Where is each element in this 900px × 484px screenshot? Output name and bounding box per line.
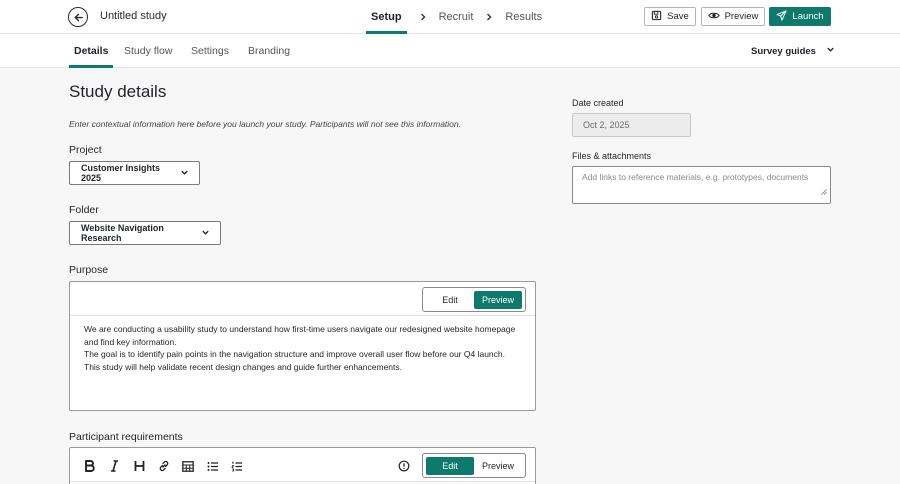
participant-mode-toggle: Edit Preview [422,453,526,478]
date-created-value: Oct 2, 2025 [583,120,630,130]
save-label: Save [667,11,689,22]
purpose-line: The goal is to identify pain points in t… [84,349,505,360]
italic-icon[interactable] [107,459,121,473]
back-arrow-icon[interactable] [68,7,88,27]
date-created-label: Date created [572,98,624,108]
preview-button[interactable]: Preview [701,7,765,26]
tab-settings[interactable]: Settings [191,34,229,68]
heading-icon[interactable] [132,459,146,473]
participant-edit-button[interactable]: Edit [426,456,474,475]
project-select[interactable]: Customer Insights 2025 [69,161,200,185]
save-icon [651,10,662,24]
step-navigation: Setup Recruit Results [366,0,542,34]
top-bar: Untitled study Setup Recruit Results Sav… [0,0,900,34]
date-created-field: Oct 2, 2025 [572,113,691,137]
study-title[interactable]: Untitled study [100,10,167,22]
project-value: Customer Insights 2025 [81,163,161,183]
table-icon[interactable] [181,459,195,473]
purpose-line: This study will help validate recent des… [84,361,402,372]
project-label: Project [69,144,102,156]
save-button[interactable]: Save [644,7,696,26]
purpose-label: Purpose [69,264,109,276]
bullet-list-icon[interactable] [206,459,220,473]
preview-label: Preview [724,11,759,22]
folder-label: Folder [69,204,99,216]
purpose-text[interactable]: We are conducting a usability study to u… [70,316,535,380]
help-circle-icon[interactable] [397,459,411,473]
participant-requirements-editor: Edit Preview [69,447,536,484]
participant-preview-button[interactable]: Preview [474,457,522,475]
survey-guides-label: Survey guides [751,45,816,57]
resize-handle-icon[interactable] [821,182,827,200]
files-attachments-field [572,166,831,204]
purpose-line: We are conducting a usability study to u… [84,324,516,334]
launch-label: Launch [792,11,824,22]
eye-icon [707,11,720,23]
bold-icon[interactable] [82,459,96,473]
participant-requirements-label: Participant requirements [69,431,183,443]
launch-button[interactable]: Launch [769,7,831,26]
tab-details[interactable]: Details [68,34,114,68]
files-attachments-label: Files & attachments [572,151,652,161]
participant-toolbar: Edit Preview [70,448,535,482]
tab-bar: Details Study flow Settings Branding Sur… [0,34,900,68]
files-attachments-input[interactable] [573,167,830,203]
numbered-list-icon[interactable] [230,459,244,473]
chevron-down-icon [180,168,189,179]
chevron-down-icon [201,228,210,239]
purpose-edit-button[interactable]: Edit [426,291,474,309]
purpose-preview-button[interactable]: Preview [474,290,522,309]
purpose-line: and find key information. [84,336,177,347]
intro-text: Enter contextual information here before… [69,119,461,129]
folder-select[interactable]: Website Navigation Research [69,221,221,245]
chevron-right-icon [485,13,493,21]
chevron-down-icon [826,45,835,57]
link-icon[interactable] [157,459,171,473]
paper-plane-icon [776,9,787,24]
folder-value: Website Navigation Research [81,223,164,243]
purpose-mode-toggle: Edit Preview [422,287,526,312]
purpose-editor: Edit Preview We are conducting a usabili… [69,281,536,411]
survey-guides-dropdown[interactable]: Survey guides [751,34,835,68]
step-setup[interactable]: Setup [366,0,407,34]
step-results[interactable]: Results [505,0,542,34]
page-title: Study details [69,82,167,101]
step-recruit[interactable]: Recruit [439,0,474,34]
tab-study-flow[interactable]: Study flow [124,34,172,68]
chevron-right-icon [419,13,427,21]
purpose-toolbar: Edit Preview [70,282,535,316]
tab-branding[interactable]: Branding [248,34,290,68]
